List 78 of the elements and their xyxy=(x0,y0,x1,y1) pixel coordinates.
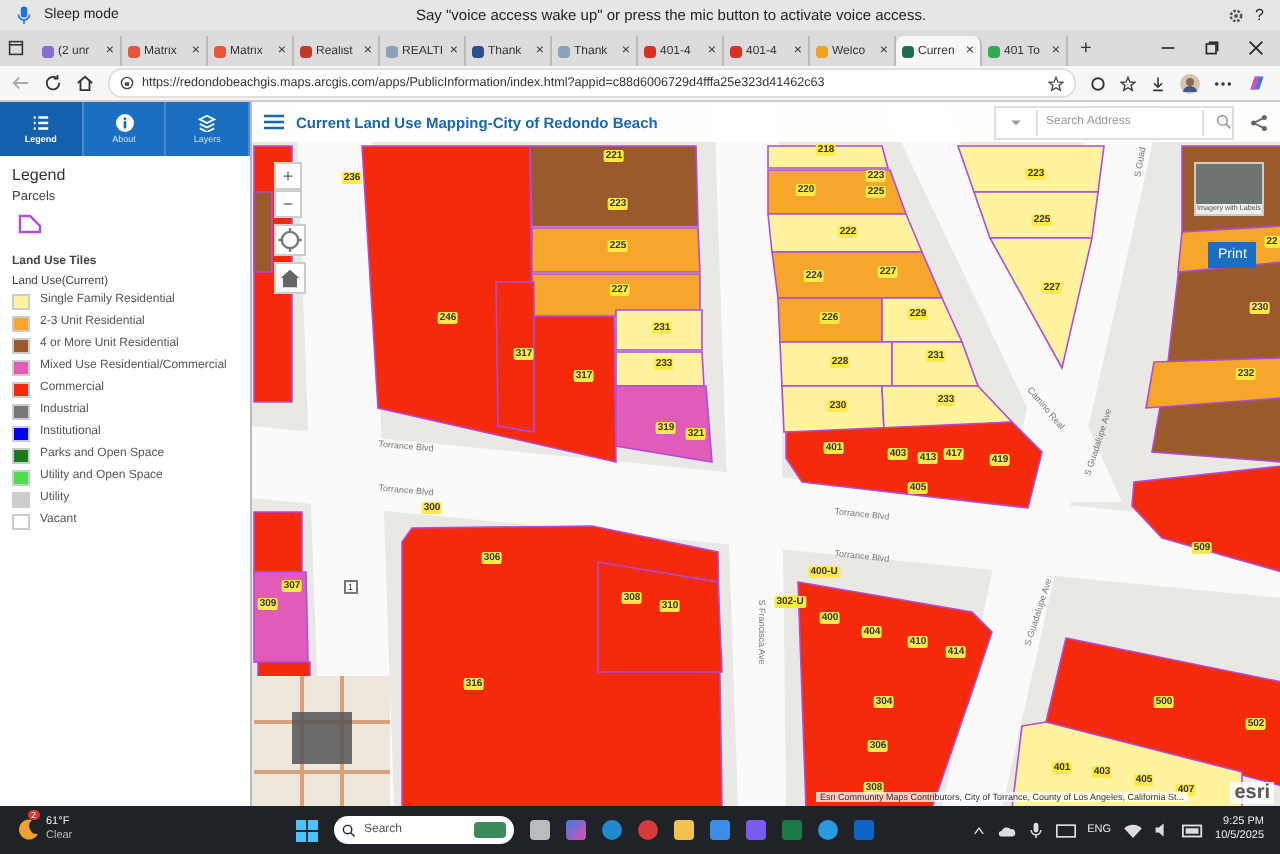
esri-logo: esri xyxy=(1230,782,1274,804)
keyboard-icon[interactable] xyxy=(1055,823,1076,837)
wifi-icon[interactable] xyxy=(1123,823,1142,837)
copilot-icon[interactable] xyxy=(1246,72,1268,94)
cloud-icon[interactable] xyxy=(997,821,1016,839)
task-view-icon[interactable] xyxy=(530,820,550,840)
photo-placeholder xyxy=(1196,164,1262,204)
tab-actions-icon[interactable] xyxy=(8,40,24,56)
weather-moon-icon xyxy=(16,818,40,842)
site-icon xyxy=(214,45,226,57)
excel-icon[interactable] xyxy=(782,820,802,840)
favorites-icon[interactable] xyxy=(1120,75,1136,91)
speaker-icon[interactable] xyxy=(1153,822,1170,838)
start-icon[interactable] xyxy=(296,819,318,841)
chevron-up-icon[interactable] xyxy=(971,823,986,837)
parcel[interactable] xyxy=(615,385,713,463)
settings-icon[interactable] xyxy=(1227,7,1244,23)
site-icon xyxy=(472,45,484,57)
site-icon xyxy=(42,45,54,57)
locate-icon[interactable] xyxy=(274,224,306,256)
parcel[interactable] xyxy=(781,385,885,433)
people-icon[interactable] xyxy=(818,820,838,840)
menu-icon[interactable] xyxy=(264,114,284,130)
parcel[interactable] xyxy=(253,571,309,663)
browser-app-icon[interactable] xyxy=(602,820,622,840)
help-button[interactable]: ? xyxy=(1255,6,1264,24)
restore-icon[interactable] xyxy=(1204,40,1220,56)
back-icon[interactable] xyxy=(12,74,30,92)
parcel[interactable] xyxy=(777,297,883,343)
info-icon xyxy=(115,114,133,132)
site-icon xyxy=(300,45,312,57)
new-tab-button[interactable]: + xyxy=(1080,37,1092,59)
copilot-app-icon[interactable] xyxy=(566,820,586,840)
battery-icon[interactable] xyxy=(1181,823,1204,837)
close-icon[interactable] xyxy=(1248,40,1264,56)
folder-icon[interactable] xyxy=(674,820,694,840)
site-icon xyxy=(386,45,398,57)
parcel[interactable] xyxy=(531,227,701,273)
zoom-in-button[interactable]: + xyxy=(274,162,302,190)
site-icon xyxy=(988,45,1000,57)
refresh-icon[interactable] xyxy=(44,74,62,92)
search-scope-dropdown-icon[interactable] xyxy=(1008,114,1024,130)
parcel-symbol-icon xyxy=(18,214,42,234)
favorite-star-icon[interactable] xyxy=(1048,75,1064,91)
zoom-out-button[interactable]: − xyxy=(274,190,302,218)
download-icon[interactable] xyxy=(1150,75,1166,91)
extension-icon[interactable] xyxy=(1090,75,1106,91)
site-icon xyxy=(558,45,570,57)
search-highlight-icon xyxy=(474,822,506,838)
search-icon[interactable] xyxy=(1216,114,1232,130)
parcel[interactable] xyxy=(779,341,893,387)
profile-avatar-icon[interactable] xyxy=(1180,73,1200,93)
parcel[interactable] xyxy=(495,281,535,433)
parcel[interactable] xyxy=(785,421,1043,509)
site-icon xyxy=(644,45,656,57)
share-icon[interactable] xyxy=(1250,113,1268,131)
home-icon[interactable] xyxy=(76,74,94,92)
list-icon xyxy=(31,114,50,132)
legend-title: Legend xyxy=(12,166,68,184)
app-icon[interactable] xyxy=(638,820,658,840)
site-icon xyxy=(128,45,140,57)
store-icon[interactable] xyxy=(710,820,730,840)
outlook-icon[interactable] xyxy=(854,820,874,840)
lock-icon[interactable] xyxy=(120,76,134,90)
parcel[interactable] xyxy=(767,213,924,253)
parcel[interactable] xyxy=(1145,357,1280,409)
site-icon xyxy=(902,45,914,57)
parcel[interactable] xyxy=(529,145,699,227)
search-icon xyxy=(342,823,356,837)
layers-icon xyxy=(198,114,217,132)
site-icon xyxy=(730,45,742,57)
parcel[interactable] xyxy=(767,145,890,169)
app-icon[interactable] xyxy=(746,820,766,840)
parcel[interactable] xyxy=(615,309,703,351)
site-icon xyxy=(816,45,828,57)
more-icon[interactable] xyxy=(1214,79,1232,87)
microphone-icon[interactable] xyxy=(1027,822,1044,838)
parcel[interactable] xyxy=(615,351,705,387)
